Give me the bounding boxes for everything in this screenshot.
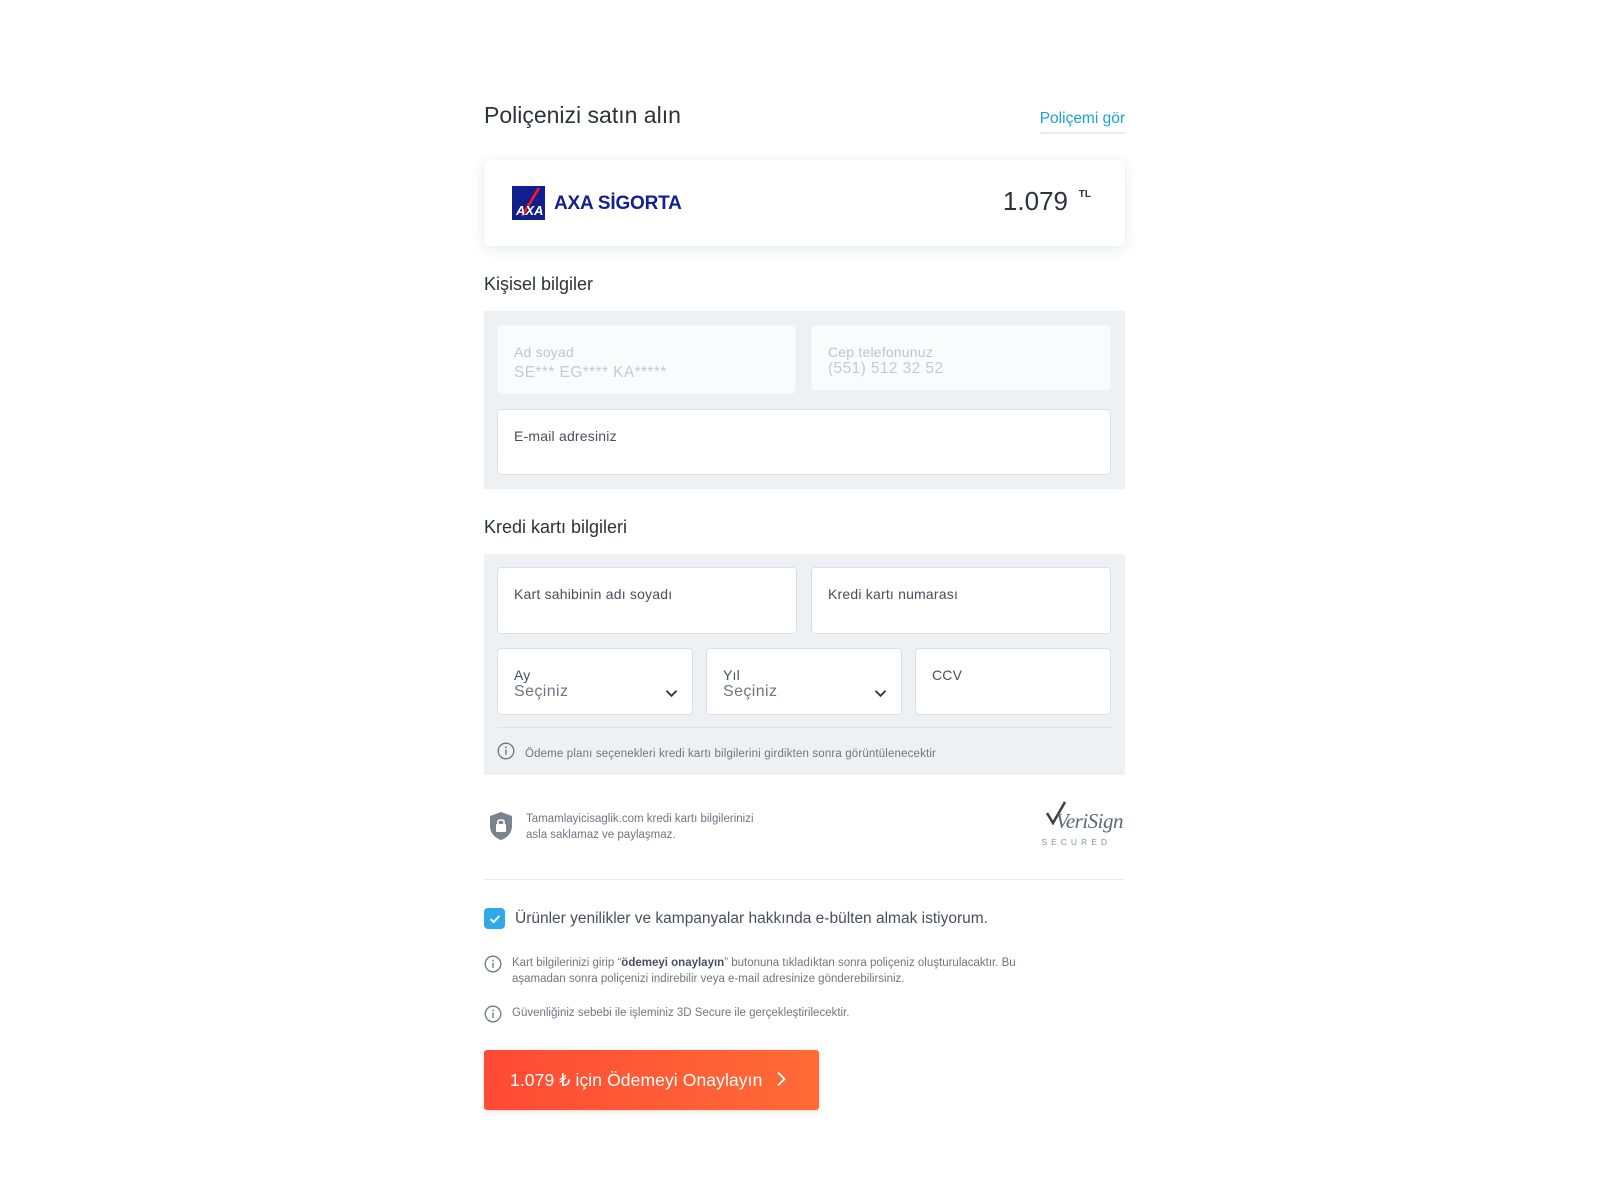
info-icon	[484, 1005, 502, 1028]
name-field-label: Ad soyad	[514, 344, 574, 360]
personal-section-title: Kişisel bilgiler	[484, 274, 594, 294]
payment-plan-info: Ödeme planı seçenekleri kredi kartı bilg…	[497, 727, 1112, 765]
card-holder-label: Kart sahibinin adı soyadı	[514, 586, 673, 602]
policy-notice-line2: aşamadan sonra poliçenizi indirebilir ve…	[512, 973, 905, 985]
phone-field[interactable]: Cep telefonunuz (551) 512 32 52	[811, 325, 1111, 391]
page-title: Poliçenizi satın alın	[484, 102, 681, 128]
payment-page: Poliçenizi satın alın Poliçemi gör AXA A…	[0, 0, 1600, 1200]
policy-notice-pre: Kart bilgilerinizi girip “	[512, 957, 622, 969]
payment-plan-info-text: Ödeme planı seçenekleri kredi kartı bilg…	[525, 747, 937, 760]
view-policy-link[interactable]: Poliçemi gör	[1039, 110, 1125, 134]
3d-secure-notice-text: Güvenliğiniz sebebi ile işleminiz 3D Sec…	[512, 1007, 850, 1019]
price-currency: TL	[1078, 189, 1091, 200]
policy-notice-post: ” butonuna tıkladıktan sonra poliçeniz o…	[724, 957, 1016, 969]
chevron-down-icon	[874, 685, 887, 703]
policy-notice-text: Kart bilgilerinizi girip “ödemeyi onayla…	[512, 955, 1016, 987]
year-select-value: Seçiniz	[723, 683, 778, 700]
checkout-form: Poliçenizi satın alın Poliçemi gör AXA A…	[484, 98, 1125, 1110]
security-row: Tamamlayicisaglik.com kredi kartı bilgil…	[484, 799, 1125, 879]
month-select-value: Seçiniz	[514, 683, 569, 700]
confirm-payment-button[interactable]: 1.079 ₺ için Ödemeyi Onaylayın	[484, 1050, 819, 1110]
header: Poliçenizi satın alın Poliçemi gör	[484, 98, 1125, 138]
card-info-panel: Kart sahibinin adı soyadı Kredi kartı nu…	[484, 554, 1125, 775]
phone-field-label: Cep telefonunuz	[828, 344, 933, 360]
insurer-brand-name: AXA SİGORTA	[554, 193, 682, 214]
newsletter-checkbox[interactable]	[484, 908, 505, 929]
verisign-wordmark: VeriSign	[1055, 809, 1124, 833]
email-field-label: E-mail adresiniz	[514, 428, 617, 444]
chevron-right-icon	[776, 1071, 787, 1090]
lock-shield-icon	[488, 811, 514, 846]
ccv-field-label: CCV	[932, 667, 963, 683]
year-select-label: Yıl	[723, 667, 740, 683]
axa-logo-icon: AXA	[512, 186, 545, 220]
name-field-value: SE*** EG**** KA*****	[514, 364, 667, 381]
phone-field-value: (551) 512 32 52	[828, 360, 944, 377]
insurer-card: AXA AXA SİGORTA 1.079 TL	[484, 160, 1125, 246]
verisign-badge: VeriSign SECURED	[1029, 799, 1125, 851]
divider	[484, 879, 1125, 880]
newsletter-opt-in[interactable]: Ürünler yenilikler ve kampanyalar hakkın…	[484, 908, 1125, 929]
info-icon	[484, 955, 502, 987]
name-field[interactable]: Ad soyad SE*** EG**** KA*****	[497, 325, 796, 394]
card-section-title: Kredi kartı bilgileri	[484, 517, 628, 537]
security-text-line1: Tamamlayicisaglik.com kredi kartı bilgil…	[526, 813, 754, 825]
verisign-secured-label: SECURED	[1041, 837, 1111, 847]
info-icon	[497, 742, 515, 765]
svg-text:AXA: AXA	[515, 203, 543, 218]
email-field[interactable]: E-mail adresiniz	[497, 409, 1111, 475]
confirm-payment-label: 1.079 ₺ için Ödemeyi Onaylayın	[510, 1069, 763, 1090]
card-number-field[interactable]: Kredi kartı numarası	[811, 567, 1111, 634]
personal-info-panel: Ad soyad SE*** EG**** KA***** Cep telefo…	[484, 311, 1125, 489]
policy-notice-bold: ödemeyi onaylayın	[621, 957, 725, 969]
3d-secure-notice: Güvenliğiniz sebebi ile işleminiz 3D Sec…	[484, 1005, 1125, 1028]
policy-notice: Kart bilgilerinizi girip “ödemeyi onayla…	[484, 955, 1125, 987]
month-select[interactable]: Ay Seçiniz	[497, 648, 693, 715]
month-select-label: Ay	[514, 667, 531, 683]
chevron-down-icon	[665, 685, 678, 703]
card-holder-field[interactable]: Kart sahibinin adı soyadı	[497, 567, 797, 634]
newsletter-label: Ürünler yenilikler ve kampanyalar hakkın…	[515, 909, 988, 927]
security-text-line2: asla saklamaz ve paylaşmaz.	[526, 829, 676, 841]
year-select[interactable]: Yıl Seçiniz	[706, 648, 902, 715]
card-number-label: Kredi kartı numarası	[828, 586, 959, 602]
ccv-field[interactable]: CCV	[915, 648, 1111, 715]
security-text: Tamamlayicisaglik.com kredi kartı bilgil…	[526, 811, 754, 843]
price-amount: 1.079	[1002, 186, 1068, 216]
